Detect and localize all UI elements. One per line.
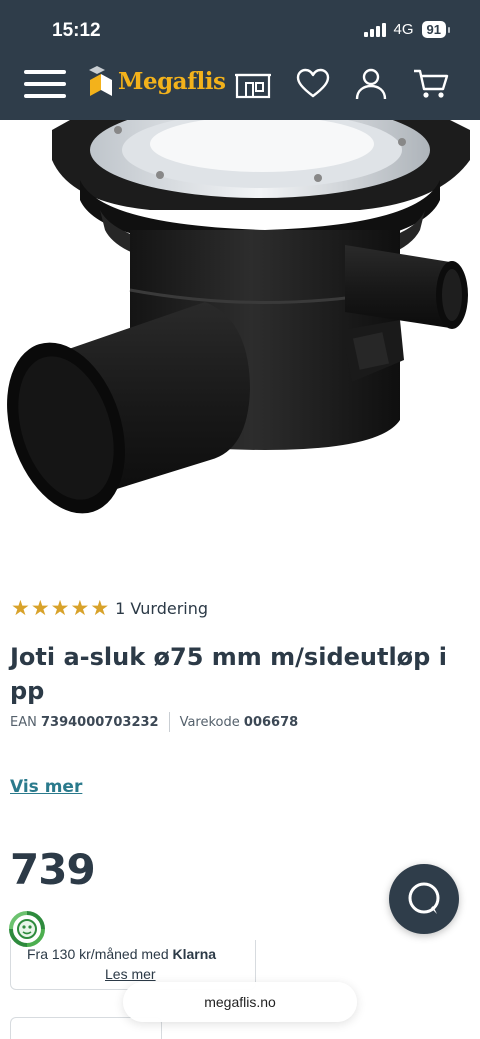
product-rating[interactable]: ★ ★ ★ ★ ★ 1 Vurdering xyxy=(11,598,208,619)
code-divider xyxy=(168,712,170,732)
status-indicators: 4G 91 xyxy=(363,21,451,38)
klarna-read-more-link[interactable]: Les mer xyxy=(105,966,156,982)
site-header: Megaflis xyxy=(0,58,480,120)
klarna-brand: Klarna xyxy=(172,946,217,962)
logo-mark-icon xyxy=(89,66,112,96)
store-icon[interactable] xyxy=(234,67,272,101)
cart-icon[interactable] xyxy=(412,67,450,101)
floor-drain-image xyxy=(7,120,470,514)
heart-icon[interactable] xyxy=(294,67,332,101)
sku-value: 006678 xyxy=(243,714,299,730)
star-icon: ★ xyxy=(90,596,110,620)
eco-badge-icon xyxy=(9,911,45,947)
account-icon[interactable] xyxy=(352,67,390,101)
star-icon: ★ xyxy=(11,596,30,620)
browser-url: megaflis.no xyxy=(204,994,276,1010)
ean-value: 7394000703232 xyxy=(40,714,159,730)
network-type: 4G xyxy=(393,21,414,38)
chat-bubble-icon xyxy=(408,882,440,914)
product-image[interactable] xyxy=(0,120,480,590)
product-codes: EAN 7394000703232 Varekode 006678 xyxy=(10,712,298,732)
product-price: 739 xyxy=(10,845,96,894)
menu-icon[interactable] xyxy=(24,68,66,100)
sku-label: Varekode xyxy=(179,714,240,730)
klarna-line: Fra 130 kr/måned med Klarna xyxy=(27,946,216,962)
browser-address-bar[interactable]: megaflis.no xyxy=(123,982,357,1022)
star-icon: ★ xyxy=(30,596,50,620)
signal-icon xyxy=(363,22,386,37)
rating-stars: ★ ★ ★ ★ ★ xyxy=(11,598,109,619)
show-more-link[interactable]: Vis mer xyxy=(10,777,82,797)
status-bar: 15:12 4G 91 xyxy=(0,0,480,58)
battery-icon: 91 xyxy=(421,21,451,38)
star-icon: ★ xyxy=(70,596,90,620)
chat-button[interactable] xyxy=(389,864,459,934)
klarna-text: Fra 130 kr/måned med xyxy=(27,946,169,962)
site-logo[interactable]: Megaflis xyxy=(88,66,226,96)
ean-label: EAN xyxy=(10,714,37,730)
status-time: 15:12 xyxy=(52,20,101,41)
logo-text: Megaflis xyxy=(118,67,226,95)
rating-count[interactable]: 1 Vurdering xyxy=(115,599,208,618)
star-icon: ★ xyxy=(50,596,70,620)
product-title: Joti a-sluk ø75 mm m/sideutløp i pp xyxy=(10,643,447,705)
